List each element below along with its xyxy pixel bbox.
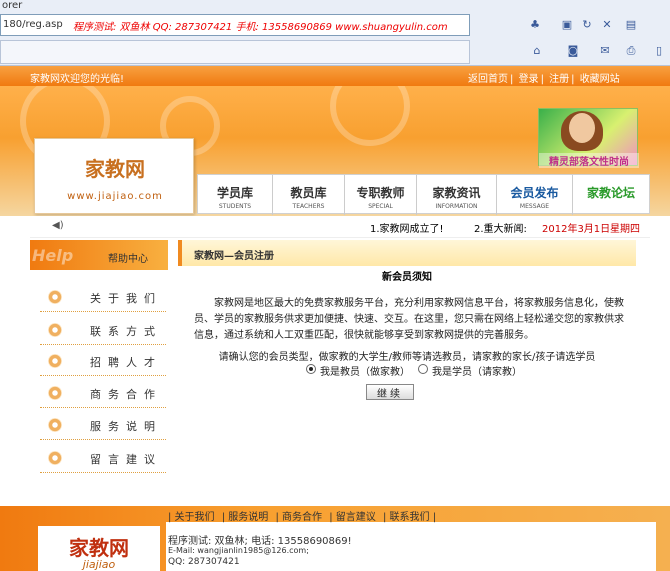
sidebar-item-contact[interactable]: 联系方式 <box>40 315 166 345</box>
stop-icon[interactable]: ✕ <box>600 18 614 32</box>
news-ticker: ◀) 1.家教网成立了! 2.重大新闻: 2012年3月1日 星期四 <box>30 216 650 238</box>
ad-figure-face <box>569 113 595 143</box>
ad-banner-text: 精灵部落文性时尚 <box>539 153 639 168</box>
radio-student[interactable] <box>418 364 428 374</box>
browser-toolbar: orer 180/reg.asp 程序测试: 双鱼林 QQ: 287307421… <box>0 0 670 66</box>
address-ad-text: 程序测试: 双鱼林 QQ: 287307421 手机: 13558690869 … <box>73 22 448 33</box>
address-bar[interactable]: 180/reg.asp 程序测试: 双鱼林 QQ: 287307421 手机: … <box>0 14 470 36</box>
footer-logo-en: jiajiao <box>82 558 116 571</box>
sidebar-item-business[interactable]: 商务合作 <box>40 378 166 408</box>
notice-title: 新会员须知 <box>382 272 432 283</box>
help-sidebar: Help 帮助中心 关于我们 联系方式 招聘人才 商务合作 服务说明 留言建议 <box>30 238 168 506</box>
footer-link-business[interactable]: | 商务合作 <box>276 512 323 523</box>
main-nav: 学员库 STUDENTS 教员库 TEACHERS 专职教师 SPECIAL 家教资讯… <box>197 174 650 215</box>
favorites-icon[interactable]: ♣ <box>528 18 542 32</box>
top-link-home[interactable]: 返回首页 <box>468 74 508 85</box>
continue-button[interactable]: 继续 <box>366 384 414 400</box>
feeds-icon[interactable]: ◙ <box>566 44 580 58</box>
footer-link-about[interactable]: | 关于我们 <box>168 512 215 523</box>
radio-student-label[interactable]: 我是学员（请家教） <box>432 363 522 378</box>
print-icon[interactable]: ⎙ <box>624 44 638 58</box>
footer-links: | 关于我们 | 服务说明 | 商务合作 | 留言建议 | 联系我们 | <box>168 508 438 523</box>
bullet-icon <box>48 386 62 400</box>
bullet-icon <box>48 290 62 304</box>
top-link-bookmark[interactable]: 收藏网站 <box>580 74 620 85</box>
footer-logo: 家教网 jiajiao <box>38 526 160 571</box>
nav-information[interactable]: 家教资讯 INFORMATION <box>417 175 497 215</box>
help-header-en: Help <box>32 246 74 265</box>
panel-header: 家教网—会员注册 <box>178 240 636 266</box>
panel-title: 家教网—会员注册 <box>194 251 274 262</box>
footer-qq-line: QQ: 287307421 <box>168 557 240 567</box>
sidebar-item-service[interactable]: 服务说明 <box>40 410 166 440</box>
compat-view-icon[interactable]: ▣ <box>560 18 574 32</box>
news-item-2[interactable]: 2.重大新闻: <box>474 220 527 235</box>
welcome-text: 家教网欢迎您的光临! <box>30 74 125 85</box>
news-item-1[interactable]: 1.家教网成立了! <box>370 220 444 235</box>
radio-teacher-label[interactable]: 我是教员（做家教） <box>320 363 410 378</box>
bullet-icon <box>48 418 62 432</box>
footer-link-feedback[interactable]: | 留言建议 <box>329 512 376 523</box>
page-menu-icon[interactable]: ▯ <box>652 44 666 58</box>
footer-link-contact[interactable]: | 联系我们 | <box>383 512 436 523</box>
top-link-login[interactable]: 登录 <box>519 74 539 85</box>
footer-link-service[interactable]: | 服务说明 <box>222 512 269 523</box>
ad-banner-image[interactable]: 精灵部落文性时尚 <box>538 108 639 168</box>
member-type-prompt: 请确认您的会员类型，做家教的大学生/教师等请选教员，请家教的家长/孩子请选学员 <box>218 352 596 363</box>
nav-teachers[interactable]: 教员库 TEACHERS <box>273 175 345 215</box>
sidebar-item-feedback[interactable]: 留言建议 <box>40 443 166 473</box>
home-icon[interactable]: ⌂ <box>530 44 544 58</box>
notice-body: 家教网是地区最大的免费家教服务平台，充分利用家教网信息平台，将家教服务信息化，使… <box>194 298 624 341</box>
registration-panel: 家教网—会员注册 新会员须知 家教网是地区最大的免费家教服务平台，充分利用家教网… <box>178 240 636 506</box>
footer-contact-line: 程序测试: 双鱼林; 电话: 13558690869! <box>168 536 352 547</box>
refresh-icon[interactable]: ↻ <box>580 18 594 32</box>
member-type-group: 我是教员（做家教） 我是学员（请家教） <box>302 362 602 378</box>
current-weekday: 星期四 <box>610 224 640 235</box>
nav-message[interactable]: 会员发布 MESSAGE <box>497 175 573 215</box>
help-header: Help 帮助中心 <box>30 240 168 270</box>
logo-title: 家教网 <box>85 157 145 181</box>
top-link-register[interactable]: 注册 <box>549 74 569 85</box>
radio-teacher[interactable] <box>306 364 316 374</box>
address-url: 180/reg.asp <box>3 19 63 30</box>
speaker-icon: ◀) <box>52 220 64 231</box>
mail-icon[interactable]: ✉ <box>598 44 612 58</box>
footer-logo-cn: 家教网 <box>69 536 129 560</box>
footer-email-line: E-Mail: wangjianlin1985@126.com; <box>168 546 309 555</box>
nav-forum[interactable]: 家教论坛 <box>573 175 649 215</box>
window-title: orer <box>2 0 23 11</box>
browser-tab[interactable] <box>0 40 470 64</box>
sidebar-item-jobs[interactable]: 招聘人才 <box>40 346 166 376</box>
nav-students[interactable]: 学员库 STUDENTS <box>198 175 273 215</box>
search-provider-icon[interactable]: ▤ <box>624 18 638 32</box>
site-logo[interactable]: 家教网 www.jiajiao.com <box>34 138 194 214</box>
logo-url: www.jiajiao.com <box>67 191 163 202</box>
bullet-icon <box>48 451 62 465</box>
top-links: 返回首页 | 登录 | 注册 | 收藏网站 <box>468 74 620 85</box>
current-date: 2012年3月1日 <box>542 224 611 235</box>
bullet-icon <box>48 323 62 337</box>
bullet-icon <box>48 354 62 368</box>
help-header-cn: 帮助中心 <box>108 254 148 265</box>
nav-special[interactable]: 专职教师 SPECIAL <box>345 175 417 215</box>
sidebar-item-about[interactable]: 关于我们 <box>40 282 166 312</box>
